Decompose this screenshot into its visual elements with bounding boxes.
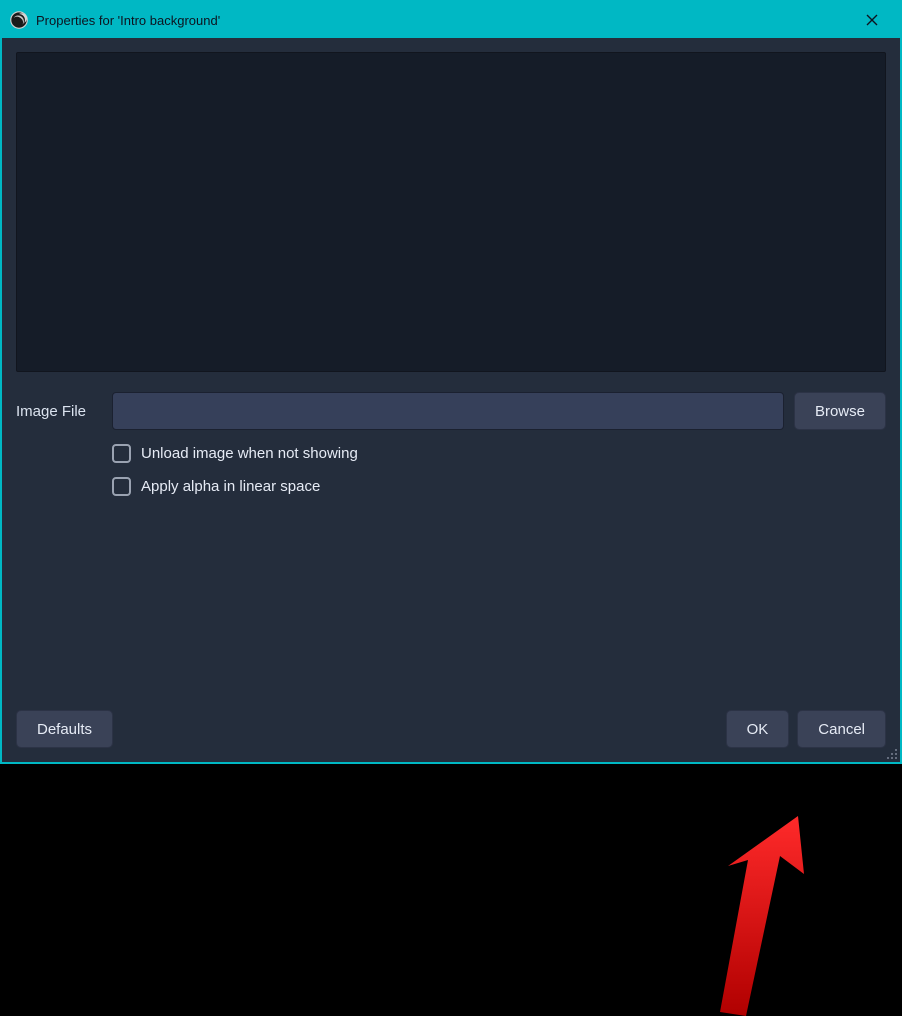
unload-image-label: Unload image when not showing (141, 445, 358, 462)
dialog-footer: Defaults OK Cancel (2, 706, 900, 762)
alpha-linear-row: Apply alpha in linear space (112, 477, 886, 496)
properties-dialog: Properties for 'Intro background' Image … (0, 0, 902, 764)
window-title: Properties for 'Intro background' (36, 13, 854, 28)
titlebar: Properties for 'Intro background' (2, 2, 900, 38)
alpha-linear-checkbox[interactable] (112, 477, 131, 496)
image-file-label: Image File (16, 403, 112, 420)
browse-button[interactable]: Browse (794, 392, 886, 430)
image-file-row: Image File Browse (16, 392, 886, 430)
unload-image-row: Unload image when not showing (112, 444, 886, 463)
defaults-button[interactable]: Defaults (16, 710, 113, 748)
alpha-linear-label: Apply alpha in linear space (141, 478, 320, 495)
close-button[interactable] (854, 2, 890, 38)
ok-button[interactable]: OK (726, 710, 790, 748)
preview-area (16, 52, 886, 372)
image-file-input[interactable] (112, 392, 784, 430)
obs-icon (10, 11, 28, 29)
form-area: Image File Browse Unload image when not … (16, 392, 886, 692)
unload-image-checkbox[interactable] (112, 444, 131, 463)
annotation-arrow (706, 816, 826, 1016)
dialog-content: Image File Browse Unload image when not … (2, 38, 900, 706)
cancel-button[interactable]: Cancel (797, 710, 886, 748)
